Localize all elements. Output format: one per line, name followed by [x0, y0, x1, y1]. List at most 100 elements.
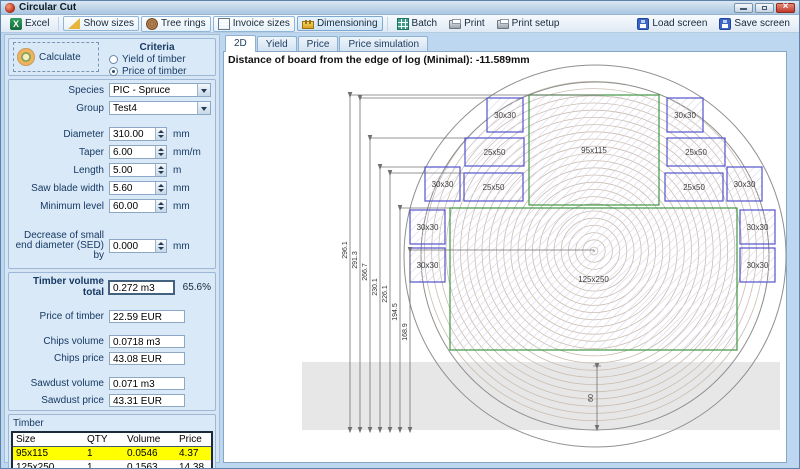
show-sizes-icon	[68, 18, 80, 29]
sed-decrease-label: Decrease of small end diameter (SED) by	[13, 231, 109, 261]
tab-price[interactable]: Price	[298, 36, 339, 51]
excel-button[interactable]: Excel	[5, 16, 54, 32]
dimension-label: 230.1	[372, 278, 379, 296]
column-header-qty: QTY	[84, 432, 124, 447]
batch-button[interactable]: Batch	[392, 16, 443, 32]
criteria-title: Criteria	[103, 42, 211, 53]
saw-blade-icon	[17, 48, 35, 66]
spinner-control[interactable]	[155, 164, 166, 176]
sawdust-price-field: 43.31 EUR	[109, 394, 185, 407]
batch-icon	[397, 18, 409, 30]
load-screen-label: Load screen	[652, 18, 707, 29]
spinner-control[interactable]	[155, 128, 166, 140]
length-label: Length	[13, 165, 109, 176]
board-label: 30x30	[417, 223, 439, 232]
print-label: Print	[464, 18, 485, 29]
board-label: 25x50	[484, 148, 506, 157]
tree-rings-button[interactable]: Tree rings	[141, 16, 211, 32]
species-select[interactable]: PIC - Spruce	[109, 83, 211, 97]
toolbar-separator	[58, 17, 59, 31]
toolbar: Excel Show sizes Tree rings Invoice size…	[1, 15, 799, 33]
batch-label: Batch	[412, 18, 438, 29]
print-setup-button[interactable]: Print setup	[492, 16, 565, 31]
group-value: Test4	[113, 103, 137, 114]
sed-decrease-field[interactable]: 0.000	[109, 239, 167, 253]
timber-group: Timber Size QTY Volume Price 95x115	[8, 414, 216, 469]
taper-unit: mm/m	[167, 147, 201, 158]
sawdust-volume-field: 0.071 m3	[109, 377, 185, 390]
cell-volume: 0.1563	[124, 461, 176, 469]
diameter-field[interactable]: 310.00	[109, 127, 167, 141]
minimum-level-field[interactable]: 60.00	[109, 199, 167, 213]
board-label: 30x30	[417, 261, 439, 270]
board-label: 30x30	[494, 111, 516, 120]
cell-qty: 1	[84, 447, 124, 461]
dimensioning-label: Dimensioning	[317, 18, 378, 29]
criteria-group: Calculate Criteria Yield of timber Price…	[8, 38, 216, 76]
print-button[interactable]: Print	[444, 16, 490, 31]
taper-field[interactable]: 6.00	[109, 145, 167, 159]
price-of-timber-field: 22.59 EUR	[109, 310, 185, 323]
tab-price-simulation[interactable]: Price simulation	[339, 36, 428, 51]
chips-price-field: 43.08 EUR	[109, 352, 185, 365]
invoice-sizes-button[interactable]: Invoice sizes	[213, 16, 295, 32]
print-setup-icon	[497, 20, 509, 29]
radio-icon[interactable]	[109, 55, 118, 64]
tab-yield[interactable]: Yield	[257, 36, 297, 51]
show-sizes-button[interactable]: Show sizes	[63, 16, 139, 31]
radio-price-of-timber[interactable]: Price of timber	[109, 66, 211, 77]
maximize-button[interactable]	[755, 3, 774, 13]
board-label: 30x30	[747, 223, 769, 232]
window-title: Circular Cut	[19, 2, 76, 13]
totals-group: Timber volume total 0.272 m3 65.6% Price…	[8, 272, 216, 411]
radio-icon[interactable]	[109, 67, 118, 76]
group-select[interactable]: Test4	[109, 101, 211, 115]
board-label: 95x115	[581, 146, 607, 155]
load-screen-button[interactable]: Load screen	[632, 16, 712, 32]
minimize-button[interactable]	[734, 3, 753, 13]
excel-label: Excel	[25, 18, 49, 29]
app-icon	[5, 3, 15, 13]
tab-2d[interactable]: 2D	[225, 35, 256, 52]
parameters-group: Species PIC - Spruce Group Test4 Diamete…	[8, 79, 216, 269]
saw-blade-width-unit: mm	[167, 183, 190, 194]
titlebar[interactable]: Circular Cut	[1, 1, 799, 15]
spinner-control[interactable]	[155, 240, 166, 252]
diameter-label: Diameter	[13, 129, 109, 140]
dimension-label: 168.9	[402, 323, 409, 341]
column-header-size: Size	[12, 432, 84, 447]
save-screen-button[interactable]: Save screen	[714, 16, 795, 32]
saw-blade-width-field[interactable]: 5.60	[109, 181, 167, 195]
view-panel: 2D Yield Price Price simulation Distance…	[223, 34, 796, 463]
dimension-label: 266.7	[362, 263, 369, 281]
print-setup-label: Print setup	[512, 18, 560, 29]
cell-size: 125x250	[12, 461, 84, 469]
diagram-canvas: Distance of board from the edge of log (…	[223, 51, 787, 463]
length-value: 5.00	[113, 165, 132, 176]
chips-volume-field: 0.0718 m3	[109, 335, 185, 348]
taper-value: 6.00	[113, 147, 132, 158]
table-row[interactable]: 95x115 1 0.0546 4.37	[12, 447, 212, 461]
calculate-button[interactable]: Calculate	[13, 42, 99, 72]
table-row[interactable]: 125x250 1 0.1563 14.38	[12, 461, 212, 469]
board-label: 30x30	[432, 180, 454, 189]
cell-size: 95x115	[12, 447, 84, 461]
close-button[interactable]	[776, 3, 795, 13]
chips-price-label: Chips price	[13, 353, 109, 364]
length-field[interactable]: 5.00	[109, 163, 167, 177]
minimum-level-unit: mm	[167, 201, 190, 212]
species-label: Species	[13, 85, 109, 96]
spinner-control[interactable]	[155, 182, 166, 194]
dimensioning-button[interactable]: Dimensioning	[297, 16, 383, 31]
cell-price: 4.37	[176, 447, 212, 461]
radio-yield-of-timber[interactable]: Yield of timber	[109, 54, 211, 65]
timber-group-title: Timber	[13, 418, 213, 429]
spinner-control[interactable]	[155, 200, 166, 212]
excel-icon	[10, 18, 22, 30]
dimension-label: 296.1	[342, 241, 349, 259]
invoice-sizes-icon	[218, 18, 230, 30]
taper-label: Taper	[13, 147, 109, 158]
tree-rings-label: Tree rings	[161, 18, 206, 29]
view-tabs: 2D Yield Price Price simulation	[223, 34, 796, 51]
spinner-control[interactable]	[155, 146, 166, 158]
